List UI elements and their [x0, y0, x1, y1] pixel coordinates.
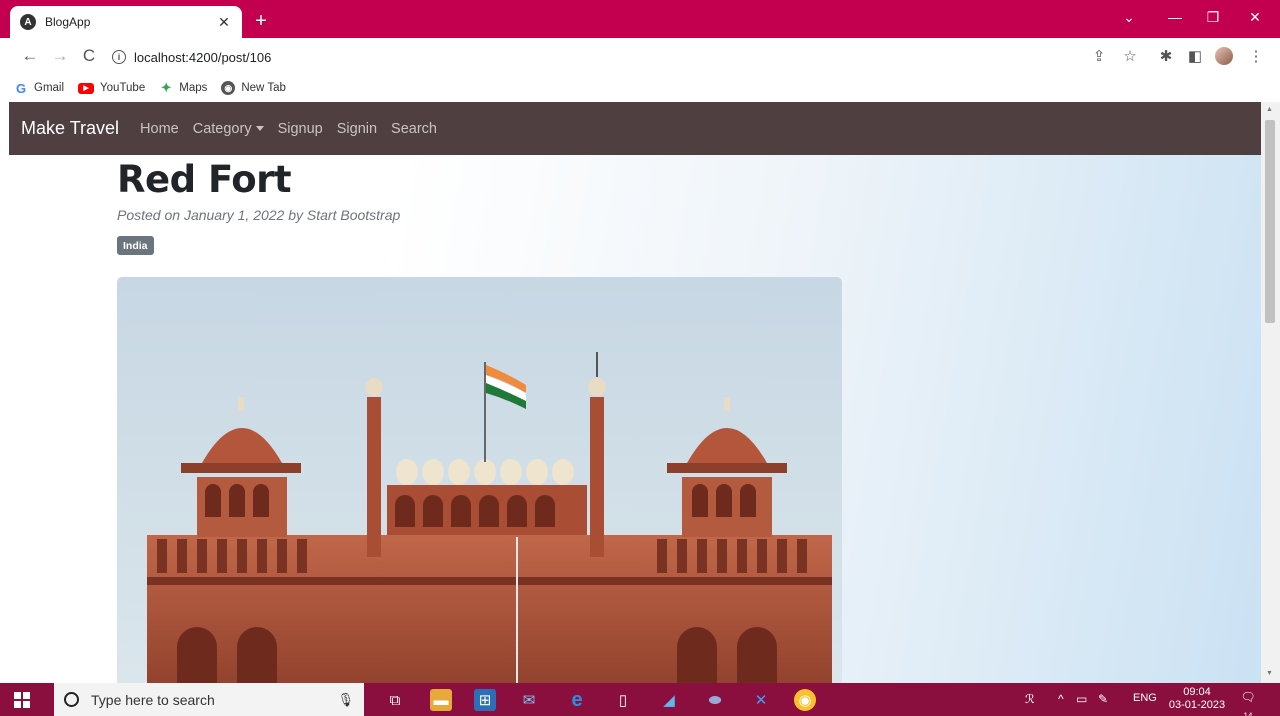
dropdown-caret-icon — [255, 126, 264, 132]
nav-category-label: Category — [192, 120, 252, 137]
bookmark-label: New Tab — [241, 82, 286, 94]
bookmark-new-tab[interactable]: ◉ New Tab — [221, 81, 286, 95]
bookmark-label: Maps — [179, 82, 208, 94]
notification-icon[interactable]: 🗨14 — [1238, 690, 1258, 716]
url-text: localhost:4200/post/106 — [134, 49, 272, 65]
restore-button[interactable]: ❐ — [1203, 9, 1223, 26]
battery-icon[interactable]: ▭ — [1076, 692, 1087, 706]
page-viewport: Make Travel Home Category Signup Signin … — [0, 102, 1280, 683]
vscode-icon[interactable]: ✕ — [750, 689, 772, 711]
microphone-icon[interactable]: 🎙 — [337, 692, 354, 708]
tab-title: BlogApp — [45, 15, 91, 29]
bookmark-label: Gmail — [34, 82, 65, 94]
profile-avatar[interactable] — [1215, 47, 1233, 65]
clock-time: 09:04 — [1183, 686, 1211, 698]
reload-icon[interactable]: C — [79, 46, 99, 66]
task-view-icon[interactable]: ⧉ — [384, 689, 406, 711]
back-icon[interactable]: ← — [20, 46, 40, 66]
windows-start-icon[interactable] — [14, 692, 30, 708]
edge-icon[interactable]: e — [566, 689, 588, 711]
scroll-down-icon[interactable]: ▼ — [1266, 670, 1273, 677]
forward-icon[interactable]: → — [50, 46, 70, 66]
file-explorer-icon[interactable]: ▬ — [430, 689, 452, 711]
google-icon: G — [15, 80, 27, 96]
mail-icon[interactable]: ✉ — [518, 689, 540, 711]
browser-toolbar: ← → C i localhost:4200/post/106 ⇪ ☆ ✱ ◧ … — [0, 38, 1280, 74]
taskbar-clock[interactable]: 09:04 03-01-2023 — [1168, 686, 1226, 712]
side-panel-icon[interactable]: ◧ — [1186, 47, 1204, 65]
bookmark-label: YouTube — [100, 82, 146, 94]
youtube-icon: ▶ — [78, 82, 95, 94]
angular-icon: A — [20, 14, 36, 30]
tab-search-icon[interactable]: ⌄ — [1119, 9, 1139, 26]
maps-icon: ✦ — [160, 80, 172, 95]
category-badge[interactable]: India — [117, 236, 154, 255]
page-scrollbar[interactable]: ▲ ▼ — [1261, 102, 1280, 683]
browser-titlebar: A BlogApp ✕ + ⌄ — ❐ ✕ — [0, 0, 1280, 38]
site-navbar: Make Travel Home Category Signup Signin … — [9, 102, 1261, 155]
language-indicator[interactable]: ENG — [1133, 692, 1157, 704]
cortana-icon — [64, 692, 79, 707]
taskbar-search-input[interactable]: Type here to search 🎙 — [54, 683, 364, 716]
store-icon[interactable]: ⊞ — [474, 689, 496, 711]
nav-category[interactable]: Category — [193, 121, 264, 137]
post-hero-image — [117, 277, 842, 683]
close-tab-icon[interactable]: ✕ — [216, 14, 232, 31]
browser-tab[interactable]: A BlogApp ✕ — [10, 6, 242, 38]
new-tab-button[interactable]: + — [250, 10, 272, 32]
nav-signin[interactable]: Signin — [337, 121, 377, 137]
post-title: Red Fort — [117, 158, 292, 201]
app-icon[interactable]: ◢ — [658, 689, 680, 711]
navbar-brand[interactable]: Make Travel — [21, 118, 119, 139]
chrome-icon[interactable]: ◉ — [794, 689, 816, 711]
notification-count: 14 — [1243, 711, 1253, 716]
nav-search[interactable]: Search — [391, 121, 437, 137]
search-placeholder: Type here to search — [91, 691, 215, 708]
close-window-button[interactable]: ✕ — [1245, 9, 1265, 26]
menu-icon[interactable]: ⋮ — [1247, 47, 1265, 65]
bookmark-gmail[interactable]: G Gmail — [14, 80, 65, 96]
site-info-icon[interactable]: i — [112, 50, 126, 64]
windows-taskbar: Type here to search 🎙 ⧉ ▬ ⊞ ✉ e ▯ ◢ ⬬ ✕ … — [0, 683, 1280, 716]
scroll-thumb[interactable] — [1265, 120, 1275, 323]
notepad-icon[interactable]: ▯ — [612, 689, 634, 711]
pen-icon[interactable]: ✎ — [1098, 692, 1108, 706]
vpn-icon[interactable]: ⬬ — [704, 689, 726, 711]
bookmark-star-icon[interactable]: ☆ — [1121, 47, 1139, 65]
bookmarks-bar: G Gmail ▶ YouTube ✦ Maps ◉ New Tab — [0, 74, 1280, 102]
red-fort-illustration — [117, 277, 842, 683]
nav-home[interactable]: Home — [140, 121, 179, 137]
new-tab-icon: ◉ — [221, 81, 236, 95]
clock-date: 03-01-2023 — [1168, 699, 1226, 711]
minimize-button[interactable]: — — [1165, 9, 1185, 25]
bookmark-youtube[interactable]: ▶ YouTube — [78, 82, 145, 94]
people-icon[interactable]: ℛ — [1025, 692, 1035, 706]
nav-signup[interactable]: Signup — [278, 121, 323, 137]
scroll-up-icon[interactable]: ▲ — [1266, 106, 1273, 113]
extensions-icon[interactable]: ✱ — [1157, 47, 1175, 65]
tray-expand-icon[interactable]: ^ — [1058, 692, 1064, 706]
share-icon[interactable]: ⇪ — [1090, 47, 1108, 65]
bookmark-maps[interactable]: ✦ Maps — [159, 80, 208, 95]
address-bar[interactable]: i localhost:4200/post/106 — [108, 43, 1108, 71]
post-meta: Posted on January 1, 2022 by Start Boots… — [117, 207, 401, 223]
